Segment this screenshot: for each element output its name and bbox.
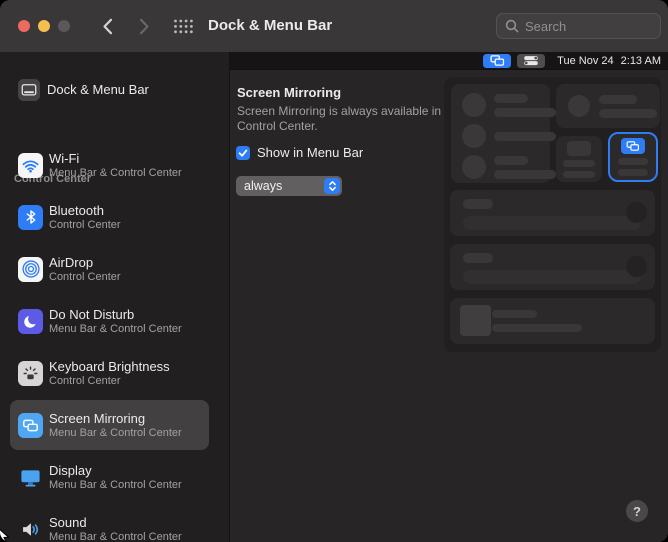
dropdown-value: always — [244, 179, 283, 193]
sidebar-item-title: Display — [49, 462, 92, 478]
sidebar-item-subtitle: Menu Bar & Control Center — [49, 166, 182, 179]
content-pane: Tue Nov 24 2:13 AM Screen Mirroring Scree… — [230, 52, 668, 542]
preview-card-list — [451, 84, 556, 183]
bluetooth-icon — [18, 204, 43, 230]
minimize-button[interactable] — [38, 20, 50, 32]
clock-time: 2:13 AM — [620, 54, 661, 67]
chevron-left-icon — [102, 18, 112, 35]
chevron-right-icon — [139, 18, 149, 35]
sidebar-item-subtitle: Menu Bar & Control Center — [49, 530, 182, 542]
preview-card-user — [556, 84, 660, 128]
preview-slider-card — [450, 244, 655, 290]
zoom-button[interactable] — [58, 20, 70, 32]
sidebar-item-wifi[interactable]: Wi-Fi Menu Bar & Control Center — [10, 141, 209, 189]
sidebar-item-subtitle: Menu Bar & Control Center — [49, 478, 182, 491]
menu-bar-clock: Tue Nov 24 2:13 AM — [557, 55, 661, 67]
sidebar-item-subtitle: Menu Bar & Control Center — [49, 426, 182, 439]
wifi-icon — [18, 152, 43, 178]
window-title: Dock & Menu Bar — [208, 17, 333, 34]
keyboard-brightness-icon — [18, 360, 43, 386]
pane-title: Screen Mirroring — [237, 85, 342, 100]
close-button[interactable] — [18, 20, 30, 32]
search-placeholder: Search — [525, 18, 567, 34]
preview-media-card — [450, 298, 655, 344]
pane-description: Screen Mirroring is always available in … — [237, 104, 442, 133]
checkbox-label: Show in Menu Bar — [257, 145, 364, 160]
control-center-preview — [444, 77, 661, 352]
sidebar-item-title: Do Not Disturb — [49, 306, 135, 322]
grid-icon — [173, 19, 193, 34]
sidebar-item-title: AirDrop — [49, 254, 94, 270]
sidebar-item-label: Dock & Menu Bar — [47, 82, 149, 97]
titlebar: Dock & Menu Bar Search — [0, 0, 668, 53]
airdrop-icon — [18, 256, 43, 282]
screen-mirroring-preview-icon — [621, 138, 645, 154]
sidebar-item-subtitle: Control Center — [49, 270, 121, 283]
sidebar-item-display[interactable]: Display Menu Bar & Control Center — [10, 453, 209, 501]
mouse-cursor-icon — [0, 529, 10, 542]
checkbox-checked-icon[interactable] — [236, 145, 250, 160]
sidebar-item-sound[interactable]: Sound Menu Bar & Control Center — [10, 505, 209, 542]
back-button[interactable] — [100, 18, 114, 35]
screen-mirroring-icon — [18, 412, 43, 438]
sidebar-item-airdrop[interactable]: AirDrop Control Center — [10, 245, 209, 293]
search-input[interactable]: Search — [496, 13, 661, 39]
sidebar-item-title: Screen Mirroring — [49, 410, 146, 426]
sidebar-item-title: Keyboard Brightness — [49, 358, 170, 374]
help-button[interactable]: ? — [626, 500, 648, 522]
sidebar-item-title: Wi-Fi — [49, 150, 80, 166]
dock-icon — [18, 79, 40, 101]
show-when-dropdown[interactable]: always — [236, 176, 342, 196]
sidebar-item-bluetooth[interactable]: Bluetooth Control Center — [10, 193, 209, 241]
dropdown-stepper-icon — [324, 178, 340, 194]
forward-button[interactable] — [137, 18, 151, 35]
sidebar-item-subtitle: Menu Bar & Control Center — [49, 322, 182, 335]
clock-date: Tue Nov 24 — [557, 54, 614, 67]
sidebar-item-screen-mirroring[interactable]: Screen Mirroring Menu Bar & Control Cente… — [10, 400, 209, 450]
sound-icon — [18, 517, 43, 542]
sidebar-item-title: Sound — [49, 514, 87, 530]
sidebar-item-subtitle: Control Center — [49, 218, 121, 231]
screen-mirroring-menu-icon — [483, 53, 512, 68]
search-icon — [505, 19, 519, 33]
preview-tile-screen-mirroring — [608, 132, 658, 182]
sidebar-item-do-not-disturb[interactable]: Do Not Disturb Menu Bar & Control Center — [10, 297, 209, 345]
sidebar-item-keyboard-brightness[interactable]: Keyboard Brightness Control Center — [10, 349, 209, 397]
sidebar: Dock & Menu Bar Control Center Wi-Fi Menu… — [0, 52, 230, 542]
control-center-menu-icon — [517, 53, 546, 68]
menu-bar-preview: Tue Nov 24 2:13 AM — [230, 52, 668, 70]
sidebar-item-dock-menu-bar[interactable]: Dock & Menu Bar — [10, 70, 209, 110]
show-all-grid-button[interactable] — [172, 19, 194, 34]
preview-tile — [556, 136, 602, 182]
display-icon — [18, 465, 43, 490]
show-in-menu-bar-checkbox[interactable]: Show in Menu Bar — [236, 145, 363, 160]
preview-slider-card — [450, 190, 655, 236]
sidebar-item-title: Bluetooth — [49, 202, 104, 218]
sidebar-item-subtitle: Control Center — [49, 374, 121, 387]
system-preferences-window: Dock & Menu Bar Search Dock & Menu Bar C… — [0, 0, 668, 542]
moon-icon — [18, 308, 43, 334]
